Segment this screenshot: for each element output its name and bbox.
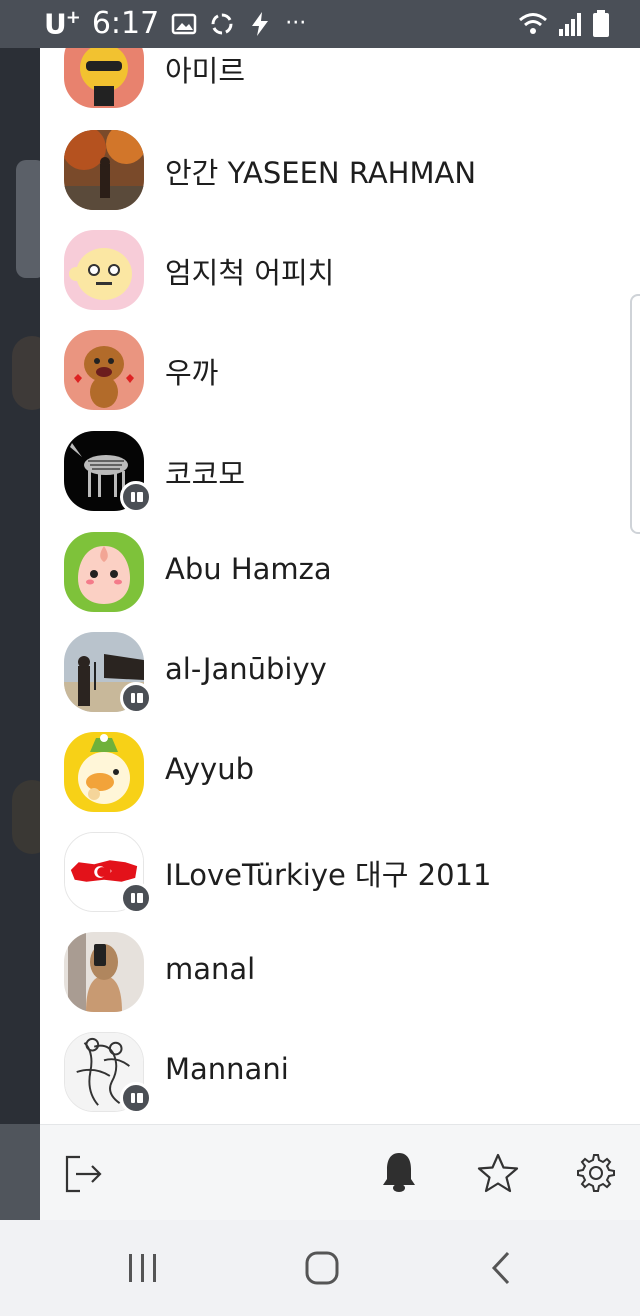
carrier-label: U+ — [44, 6, 81, 41]
contact-name: ILoveTürkiye 대구 2011 — [165, 858, 492, 892]
gallery-notification-icon — [171, 13, 197, 34]
contact-name: 코코모 — [165, 457, 246, 491]
contact-name: al-Janūbiyy — [165, 652, 327, 686]
contact-name: Abu Hamza — [165, 552, 332, 586]
signal-icon — [559, 13, 581, 36]
channel-badge-icon — [120, 882, 152, 914]
background-input-bar — [0, 1124, 40, 1220]
member-list[interactable]: 아미르 안간 YASEEN RAHMAN 엄지척 어피치 우까 코코모 Abu … — [40, 48, 640, 1124]
recent-apps-icon[interactable] — [126, 1252, 160, 1284]
list-item[interactable]: 아미르 — [40, 48, 640, 128]
drawer-footer — [40, 1124, 640, 1221]
star-icon[interactable] — [477, 1153, 519, 1193]
channel-badge-icon — [120, 481, 152, 513]
channel-badge-icon — [120, 1082, 152, 1114]
bear-sunglasses-avatar — [64, 48, 144, 108]
settings-icon[interactable] — [576, 1153, 616, 1193]
sync-notification-icon — [211, 13, 233, 34]
contact-name: manal — [165, 952, 256, 986]
channel-badge-icon — [120, 682, 152, 714]
apeach-thumbs-avatar — [64, 230, 144, 310]
contact-name: 아미르 — [165, 54, 246, 88]
list-item[interactable]: al-Janūbiyy — [40, 632, 640, 732]
list-item[interactable]: 엄지척 어피치 — [40, 230, 640, 330]
mirror-selfie-avatar — [64, 932, 144, 1012]
list-item[interactable]: Abu Hamza — [40, 532, 640, 632]
list-item[interactable]: 우까 — [40, 330, 640, 430]
scroll-handle[interactable] — [630, 294, 640, 534]
list-item[interactable]: ILoveTürkiye 대구 2011 — [40, 832, 640, 932]
contact-name: 우까 — [165, 356, 219, 390]
list-item[interactable]: 안간 YASEEN RAHMAN — [40, 130, 640, 230]
clock: 6:17 — [91, 6, 160, 41]
logout-icon[interactable] — [64, 1155, 104, 1193]
contact-name: 안간 YASEEN RAHMAN — [165, 156, 477, 190]
list-item[interactable]: Ayyub — [40, 732, 640, 832]
back-icon[interactable] — [488, 1250, 514, 1286]
dog-character-avatar — [64, 330, 144, 410]
autumn-photo-avatar — [64, 130, 144, 210]
wifi-icon — [519, 13, 547, 34]
contact-name: Mannani — [165, 1052, 289, 1086]
tube-character-avatar — [64, 732, 144, 812]
list-item[interactable]: manal — [40, 932, 640, 1032]
battery-icon — [593, 10, 609, 37]
flash-notification-icon — [252, 11, 269, 36]
home-icon[interactable] — [304, 1250, 340, 1286]
list-item[interactable]: Mannani — [40, 1032, 640, 1124]
chat-members-drawer: 아미르 안간 YASEEN RAHMAN 엄지척 어피치 우까 코코모 Abu … — [40, 48, 640, 1221]
more-notifications-icon: ··· — [285, 11, 307, 36]
apeach-green-avatar — [64, 532, 144, 612]
system-navigation-bar — [0, 1220, 640, 1316]
list-item[interactable]: 코코모 — [40, 431, 640, 531]
contact-name: 엄지척 어피치 — [165, 256, 335, 290]
contact-name: Ayyub — [165, 752, 254, 786]
status-bar: U+ 6:17 ··· — [0, 0, 640, 48]
bell-icon[interactable] — [381, 1151, 417, 1193]
